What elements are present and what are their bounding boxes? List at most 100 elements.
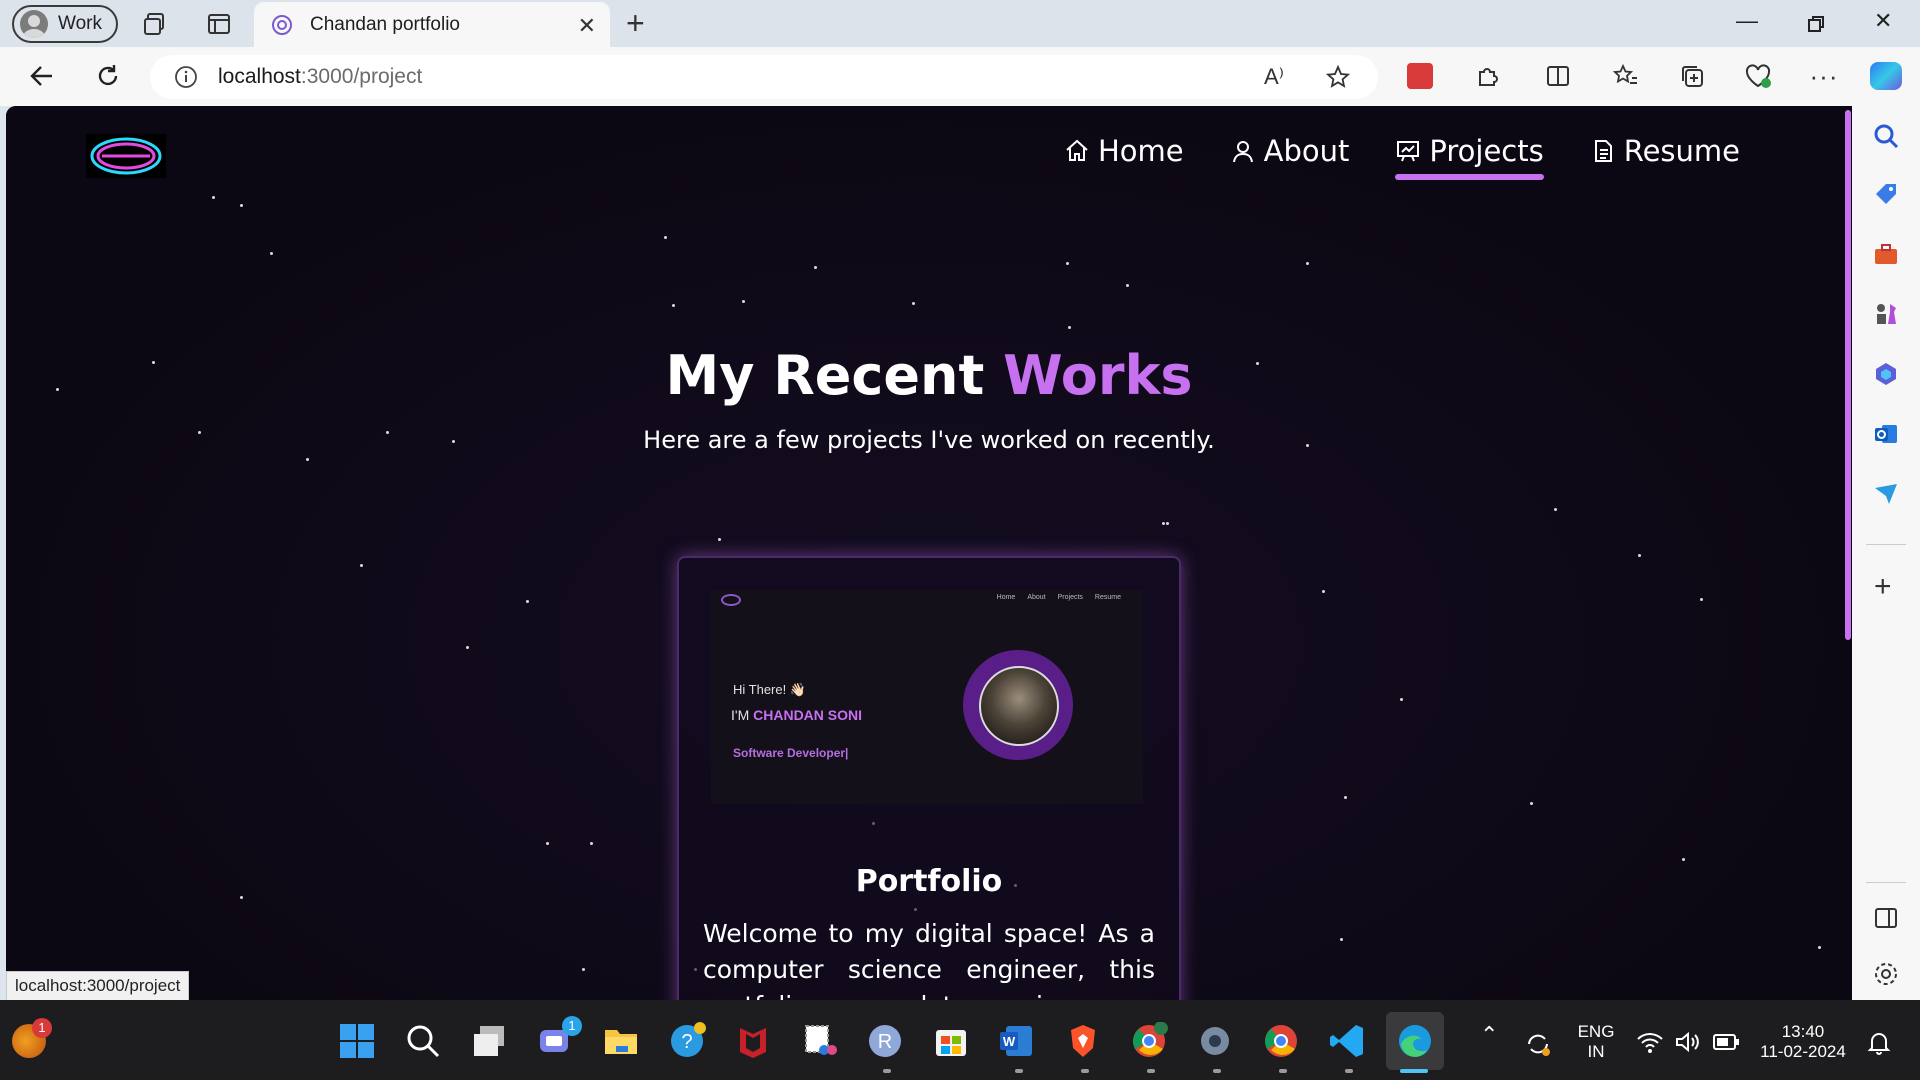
sync-icon[interactable] xyxy=(1524,1030,1552,1058)
brave-browser-icon[interactable] xyxy=(1064,1022,1102,1060)
workspaces-icon[interactable] xyxy=(142,11,168,37)
language-indicator[interactable]: ENG IN xyxy=(1576,1022,1616,1062)
preview-nav-projects: Projects xyxy=(1057,594,1083,601)
preview-name-prefix: I'M xyxy=(731,707,750,723)
copilot-button[interactable] xyxy=(1870,60,1902,92)
clock[interactable]: 13:40 11-02-2024 xyxy=(1756,1022,1850,1062)
chrome-profile-icon[interactable] xyxy=(1130,1022,1168,1060)
profile-button[interactable]: Work xyxy=(12,5,118,43)
page-scrollbar[interactable] xyxy=(1845,110,1851,640)
nav-resume-link[interactable]: Resume xyxy=(1590,134,1740,180)
background-star xyxy=(240,896,243,899)
background-star xyxy=(582,968,585,971)
favorites-button[interactable] xyxy=(1610,60,1642,92)
get-help-icon[interactable]: ? xyxy=(668,1022,706,1060)
file-explorer-icon[interactable] xyxy=(602,1022,640,1060)
preview-avatar xyxy=(963,650,1073,760)
more-dots-icon: ··· xyxy=(1809,60,1839,91)
settings-app-icon[interactable] xyxy=(1196,1022,1234,1060)
address-bar[interactable]: localhost:3000/project A⁾ xyxy=(150,55,1378,99)
tab-active[interactable]: Chandan portfolio ✕ xyxy=(254,2,610,47)
background-star xyxy=(240,204,243,207)
background-star xyxy=(1530,802,1533,805)
collections-button[interactable] xyxy=(1676,60,1708,92)
microsoft-store-icon[interactable] xyxy=(932,1022,970,1060)
search-icon[interactable] xyxy=(1872,122,1900,150)
volume-icon[interactable] xyxy=(1674,1030,1702,1054)
task-view-icon[interactable] xyxy=(470,1022,508,1060)
nav-about-link[interactable]: About xyxy=(1230,134,1349,180)
search-taskbar-icon[interactable] xyxy=(404,1022,442,1060)
tools-briefcase-icon[interactable] xyxy=(1872,240,1900,268)
split-screen-button[interactable] xyxy=(1542,60,1574,92)
more-menu-button[interactable]: ··· xyxy=(1808,60,1840,92)
background-star xyxy=(306,458,309,461)
background-star xyxy=(1162,522,1165,525)
nav-home-link[interactable]: Home xyxy=(1064,134,1184,180)
svg-text:R: R xyxy=(878,1031,892,1053)
notification-bell-icon[interactable] xyxy=(1866,1030,1892,1056)
browser-essentials-button[interactable] xyxy=(1742,60,1774,92)
taskbar-running-indicator xyxy=(1400,1069,1428,1073)
taskbar-running-indicator xyxy=(1345,1069,1353,1073)
preview-name-line: I'M CHANDAN SONI xyxy=(731,707,862,723)
page-title-plain: My Recent xyxy=(665,344,985,407)
snipping-tool-icon[interactable] xyxy=(800,1022,838,1060)
site-logo[interactable] xyxy=(86,134,166,178)
restore-button[interactable] xyxy=(1806,14,1826,34)
back-arrow-icon xyxy=(30,66,52,86)
preview-nav-home: Home xyxy=(996,594,1016,601)
project-card[interactable]: Home About Projects Resume Hi There! 👋🏻 … xyxy=(677,556,1181,1000)
background-star xyxy=(912,302,915,305)
shopping-tag-icon[interactable] xyxy=(1872,180,1900,208)
extension-red-button[interactable] xyxy=(1404,60,1436,92)
background-star xyxy=(1818,946,1821,949)
heart-pulse-icon xyxy=(1745,64,1771,88)
favorite-star-icon[interactable] xyxy=(1326,65,1350,89)
edge-browser-icon[interactable] xyxy=(1396,1022,1434,1060)
games-chess-icon[interactable] xyxy=(1872,300,1900,328)
background-star xyxy=(1638,554,1641,557)
settings-gear-icon[interactable] xyxy=(1872,960,1900,988)
background-star xyxy=(742,300,745,303)
avatar xyxy=(20,10,48,38)
collections-icon xyxy=(1682,66,1703,87)
send-icon[interactable] xyxy=(1872,480,1900,508)
vertical-tabs-icon[interactable] xyxy=(206,11,232,37)
refresh-button[interactable] xyxy=(92,60,124,92)
r-app-icon[interactable]: R xyxy=(866,1022,904,1060)
wifi-icon[interactable] xyxy=(1636,1030,1664,1054)
read-aloud-icon[interactable]: A⁾ xyxy=(1264,64,1284,90)
back-button[interactable] xyxy=(26,60,58,92)
microsoft-365-icon[interactable] xyxy=(1872,360,1900,388)
hide-sidebar-icon[interactable] xyxy=(1872,904,1900,932)
sidebar-divider xyxy=(1866,544,1906,545)
svg-text:W: W xyxy=(1003,1034,1016,1049)
chevron-up-icon[interactable]: ⌃ xyxy=(1480,1022,1498,1048)
project-description: Welcome to my digital space! As a comput… xyxy=(703,919,1155,1000)
preview-greeting: Hi There! 👋🏻 xyxy=(733,682,807,697)
preview-nav: Home About Projects Resume xyxy=(997,594,1121,601)
chrome-icon[interactable] xyxy=(1262,1022,1300,1060)
mcafee-icon[interactable] xyxy=(734,1022,772,1060)
new-tab-button[interactable]: + xyxy=(626,7,645,39)
edge-sidebar: + xyxy=(1852,106,1920,1000)
windows-start-icon[interactable] xyxy=(338,1022,376,1060)
word-icon[interactable]: W xyxy=(998,1022,1036,1060)
background-star xyxy=(1166,522,1169,525)
preview-logo xyxy=(721,594,741,606)
preview-name: CHANDAN SONI xyxy=(753,707,863,723)
vscode-icon[interactable] xyxy=(1328,1022,1366,1060)
minimize-button[interactable]: — xyxy=(1736,8,1758,34)
add-sidebar-app-icon[interactable]: + xyxy=(1874,572,1892,602)
close-tab-icon[interactable]: ✕ xyxy=(578,13,596,39)
sidebar-divider-bottom xyxy=(1866,882,1906,883)
close-window-button[interactable]: ✕ xyxy=(1874,8,1892,34)
site-navigation: Home About Projects Resume xyxy=(1064,134,1740,180)
background-star xyxy=(1066,262,1069,265)
info-icon[interactable] xyxy=(174,65,198,89)
extensions-button[interactable] xyxy=(1472,60,1504,92)
nav-projects-link[interactable]: Projects xyxy=(1395,134,1545,180)
battery-icon[interactable] xyxy=(1712,1032,1740,1052)
outlook-icon[interactable] xyxy=(1872,420,1900,448)
